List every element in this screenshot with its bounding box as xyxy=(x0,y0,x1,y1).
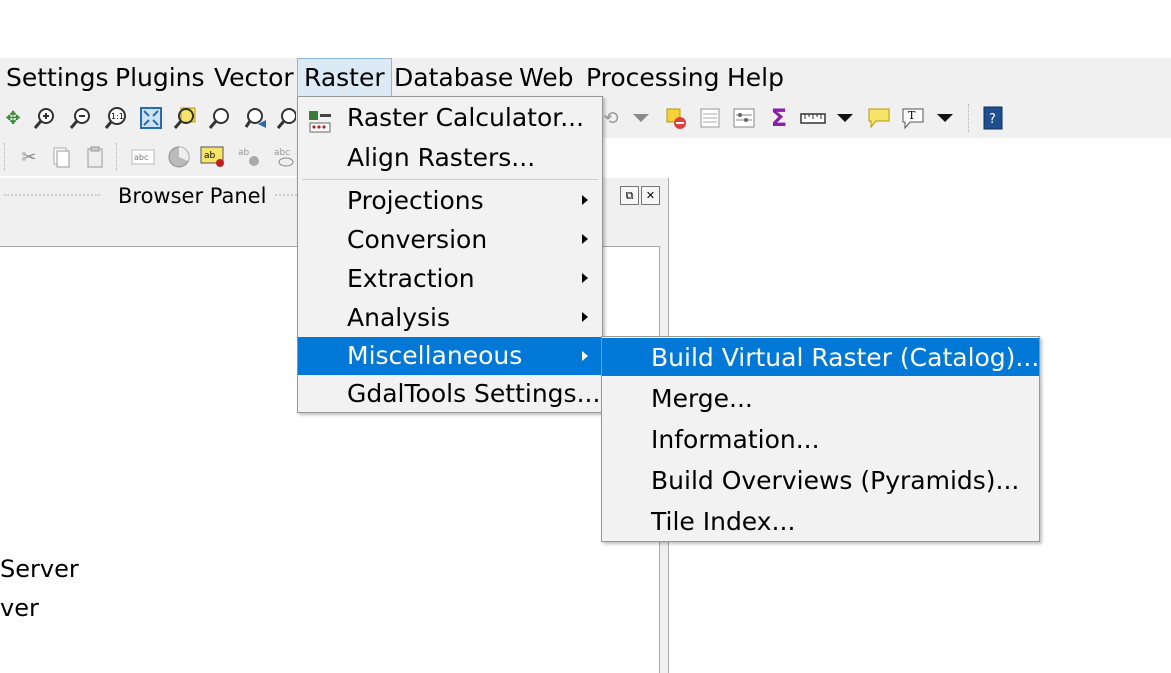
menu-item-label: Extraction xyxy=(347,264,475,293)
zoom-in-icon[interactable] xyxy=(32,105,58,131)
zoom-to-layer-icon[interactable] xyxy=(207,105,233,131)
menu-settings[interactable]: Settings xyxy=(6,58,109,98)
menu-item-label: Build Virtual Raster (Catalog)... xyxy=(651,343,1040,372)
toolbar-separator xyxy=(116,143,119,171)
menu-plugins[interactable]: Plugins xyxy=(115,58,205,98)
tree-item[interactable]: Server xyxy=(0,555,79,583)
menu-item-tile-index[interactable]: Tile Index... xyxy=(602,502,1039,542)
submenu-arrow-icon xyxy=(582,234,588,244)
svg-text:ab: ab xyxy=(204,151,216,161)
menu-vector[interactable]: Vector xyxy=(214,58,294,98)
submenu-arrow-icon xyxy=(582,312,588,322)
toolbar-separator xyxy=(968,104,971,132)
menu-item-label: Tile Index... xyxy=(651,507,796,536)
field-calculator-icon[interactable] xyxy=(731,105,757,131)
statistical-summary-icon[interactable]: Σ xyxy=(766,104,792,132)
dropdown-arrow-icon[interactable] xyxy=(628,105,654,131)
tree-item[interactable]: ver xyxy=(0,594,39,622)
svg-text:1:1: 1:1 xyxy=(111,112,124,121)
float-panel-icon[interactable]: ⧉ xyxy=(620,186,639,205)
diagram-options-icon[interactable] xyxy=(166,144,192,170)
menu-item-label: Merge... xyxy=(651,384,753,413)
menubar: Settings Plugins Vector Raster Database … xyxy=(0,58,1171,98)
menu-item-label: GdalTools Settings... xyxy=(347,379,601,408)
measure-dropdown-icon[interactable] xyxy=(832,105,858,131)
menu-item-information[interactable]: Information... xyxy=(602,420,1039,460)
annotation-dropdown-icon[interactable] xyxy=(932,105,958,131)
menu-item-label: Build Overviews (Pyramids)... xyxy=(651,466,1020,495)
digitizing-toolbar: ✂ abc ab ab abc xyxy=(0,138,305,176)
pan-to-selection-icon[interactable]: ✥ xyxy=(0,105,26,131)
menu-item-extraction[interactable]: Extraction xyxy=(298,259,602,298)
menu-item-label: Projections xyxy=(347,186,484,215)
menu-item-label: Information... xyxy=(651,425,820,454)
svg-text:?: ? xyxy=(989,112,996,127)
menu-item-analysis[interactable]: Analysis xyxy=(298,298,602,337)
menu-item-label: Analysis xyxy=(347,303,451,332)
zoom-to-selection-icon[interactable] xyxy=(172,105,198,131)
menu-processing[interactable]: Processing xyxy=(586,58,720,98)
highlight-pinned-labels-icon[interactable]: ab xyxy=(200,144,226,170)
map-tips-icon[interactable] xyxy=(866,105,892,131)
text-annotation-icon[interactable]: T xyxy=(900,105,926,131)
menu-item-miscellaneous[interactable]: Miscellaneous xyxy=(298,337,602,375)
measure-line-icon[interactable] xyxy=(800,105,826,131)
menu-raster[interactable]: Raster xyxy=(297,58,392,98)
toolbar-separator xyxy=(4,143,7,171)
menu-item-label: Raster Calculator... xyxy=(347,103,585,132)
submenu-arrow-icon xyxy=(582,195,588,205)
menu-item-label: Align Rasters... xyxy=(347,143,536,172)
svg-text:ab: ab xyxy=(238,148,250,158)
menu-item-label: Miscellaneous xyxy=(347,341,523,370)
miscellaneous-submenu: Build Virtual Raster (Catalog)... Merge.… xyxy=(601,336,1040,542)
zoom-last-icon[interactable] xyxy=(243,105,269,131)
whats-this-help-icon[interactable]: ? xyxy=(980,105,1006,131)
menu-item-gdaltools-settings[interactable]: GdalTools Settings... xyxy=(298,375,602,413)
paste-features-icon[interactable] xyxy=(82,144,108,170)
menu-item-build-virtual-raster[interactable]: Build Virtual Raster (Catalog)... xyxy=(602,338,1039,376)
browser-panel-title: Browser Panel xyxy=(118,184,267,208)
layer-labeling-options-icon[interactable]: abc xyxy=(130,144,156,170)
menu-item-projections[interactable]: Projections xyxy=(298,181,602,220)
submenu-arrow-icon xyxy=(582,273,588,283)
panel-grip xyxy=(275,194,297,199)
deselect-features-icon[interactable] xyxy=(663,105,689,131)
svg-text:abc: abc xyxy=(274,148,290,158)
copy-features-icon[interactable] xyxy=(48,144,74,170)
submenu-arrow-icon xyxy=(582,351,588,361)
menu-item-merge[interactable]: Merge... xyxy=(602,379,1039,419)
raster-calculator-icon xyxy=(308,106,332,133)
close-panel-icon[interactable]: ✕ xyxy=(641,186,660,205)
zoom-next-icon[interactable] xyxy=(276,105,296,131)
pin-unpin-labels-icon[interactable]: ab xyxy=(236,144,262,170)
menu-item-label: Conversion xyxy=(347,225,488,254)
menu-help[interactable]: Help xyxy=(727,58,784,98)
menu-web[interactable]: Web xyxy=(519,58,574,98)
zoom-native-resolution-icon[interactable]: 1:1 xyxy=(103,105,129,131)
menu-separator xyxy=(302,179,598,180)
zoom-full-icon[interactable] xyxy=(138,105,164,131)
cut-features-icon[interactable]: ✂ xyxy=(16,144,42,170)
show-hide-labels-icon[interactable]: abc xyxy=(272,144,294,170)
attribute-table-icon[interactable] xyxy=(697,105,723,131)
menu-item-raster-calculator[interactable]: Raster Calculator... xyxy=(298,98,602,138)
menu-database[interactable]: Database xyxy=(394,58,513,98)
menu-item-build-overviews[interactable]: Build Overviews (Pyramids)... xyxy=(602,461,1039,501)
svg-text:abc: abc xyxy=(134,153,148,162)
menu-item-align-rasters[interactable]: Align Rasters... xyxy=(298,138,602,178)
svg-text:T: T xyxy=(908,109,916,122)
zoom-out-icon[interactable] xyxy=(68,105,94,131)
panel-grip xyxy=(4,194,100,199)
menu-item-conversion[interactable]: Conversion xyxy=(298,220,602,259)
raster-menu: Raster Calculator... Align Rasters... Pr… xyxy=(297,96,603,413)
